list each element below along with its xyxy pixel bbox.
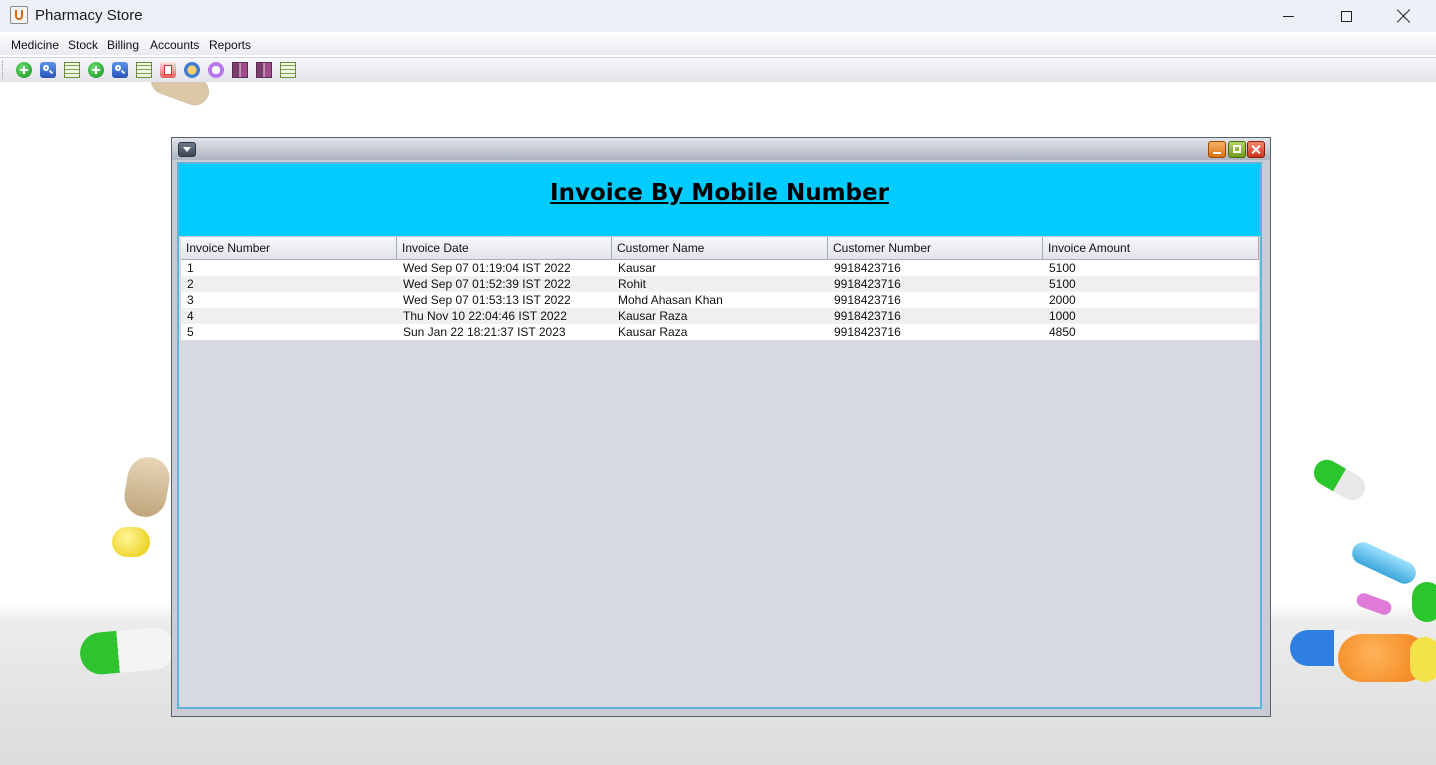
table-row[interactable]: 3 Wed Sep 07 01:53:13 IST 2022 Mohd Ahas…	[181, 292, 1259, 308]
menu-billing[interactable]: Billing	[107, 38, 139, 52]
toolbar-grip[interactable]	[2, 61, 6, 79]
cell-invoice-date: Sun Jan 22 18:21:37 IST 2023	[403, 325, 566, 339]
table-row[interactable]: 5 Sun Jan 22 18:21:37 IST 2023 Kausar Ra…	[181, 324, 1259, 340]
invoice-internal-frame: Invoice By Mobile Number Invoice Number …	[171, 137, 1271, 717]
menu-accounts[interactable]: Accounts	[150, 38, 199, 52]
column-header-customer-number[interactable]: Customer Number	[828, 237, 1043, 259]
view-medicine-table-icon[interactable]	[64, 62, 80, 78]
frame-menu-icon[interactable]	[178, 142, 196, 157]
pill-decoration	[1412, 582, 1436, 622]
cell-invoice-date: Wed Sep 07 01:19:04 IST 2022	[403, 261, 571, 275]
window-title: Pharmacy Store	[35, 7, 143, 24]
window-titlebar: Pharmacy Store	[0, 0, 1436, 32]
table-row[interactable]: 4 Thu Nov 10 22:04:46 IST 2022 Kausar Ra…	[181, 308, 1259, 324]
column-header-invoice-amount[interactable]: Invoice Amount	[1043, 237, 1259, 259]
cell-invoice-amount: 1000	[1049, 309, 1076, 323]
cell-invoice-amount: 5100	[1049, 277, 1076, 291]
frame-maximize-icon[interactable]	[1228, 141, 1246, 158]
cell-invoice-date: Wed Sep 07 01:52:39 IST 2022	[403, 277, 571, 291]
cell-customer-number: 9918423716	[834, 261, 901, 275]
cell-invoice-number: 5	[187, 325, 194, 339]
report-book-icon[interactable]	[232, 62, 248, 78]
menu-reports[interactable]: Reports	[209, 38, 251, 52]
view-stock-table-icon[interactable]	[136, 62, 152, 78]
cell-customer-name: Mohd Ahasan Khan	[618, 293, 723, 307]
table-header: Invoice Number Invoice Date Customer Nam…	[181, 236, 1259, 260]
minimize-button[interactable]	[1265, 0, 1311, 32]
new-bill-icon[interactable]	[160, 62, 176, 78]
cell-invoice-amount: 5100	[1049, 261, 1076, 275]
close-button[interactable]	[1381, 0, 1427, 32]
frame-minimize-icon[interactable]	[1208, 141, 1226, 158]
column-header-invoice-date[interactable]: Invoice Date	[397, 237, 612, 259]
cell-invoice-amount: 4850	[1049, 325, 1076, 339]
menu-stock[interactable]: Stock	[68, 38, 98, 52]
pill-decoration	[1309, 454, 1370, 506]
table-row[interactable]: 1 Wed Sep 07 01:19:04 IST 2022 Kausar 99…	[181, 260, 1259, 276]
cell-invoice-number: 4	[187, 309, 194, 323]
cell-customer-number: 9918423716	[834, 293, 901, 307]
java-app-icon	[10, 6, 28, 24]
cell-invoice-number: 1	[187, 261, 194, 275]
report-book-icon[interactable]	[256, 62, 272, 78]
invoice-table: Invoice Number Invoice Date Customer Nam…	[181, 236, 1260, 706]
cell-customer-number: 9918423716	[834, 325, 901, 339]
pill-decoration	[121, 453, 173, 521]
table-body: 1 Wed Sep 07 01:19:04 IST 2022 Kausar 99…	[181, 260, 1259, 340]
minimize-icon	[1282, 15, 1294, 17]
cell-customer-name: Rohit	[618, 277, 647, 291]
menu-medicine[interactable]: Medicine	[11, 38, 59, 52]
pill-decoration	[147, 82, 213, 110]
add-stock-icon[interactable]	[88, 62, 104, 78]
cell-customer-number: 9918423716	[834, 277, 901, 291]
pill-decoration	[1410, 637, 1436, 682]
cell-customer-name: Kausar Raza	[618, 325, 688, 339]
cell-invoice-date: Thu Nov 10 22:04:46 IST 2022	[403, 309, 567, 323]
close-icon	[1397, 9, 1411, 23]
internal-frame-content: Invoice By Mobile Number Invoice Number …	[177, 162, 1262, 709]
accounts-icon[interactable]	[184, 62, 200, 78]
view-table-icon[interactable]	[280, 62, 296, 78]
page-title: Invoice By Mobile Number	[550, 180, 889, 206]
cell-customer-number: 9918423716	[834, 309, 901, 323]
pill-decoration	[1348, 538, 1420, 588]
menubar: Medicine Stock Billing Accounts Reports	[0, 35, 1436, 55]
pill-decoration	[78, 625, 177, 677]
maximize-icon	[1340, 10, 1352, 22]
internal-frame-titlebar[interactable]	[172, 138, 1270, 160]
toolbar	[0, 57, 1436, 83]
cell-invoice-date: Wed Sep 07 01:53:13 IST 2022	[403, 293, 571, 307]
add-medicine-icon[interactable]	[16, 62, 32, 78]
cell-invoice-number: 3	[187, 293, 194, 307]
pill-decoration	[112, 527, 150, 557]
table-row[interactable]: 2 Wed Sep 07 01:52:39 IST 2022 Rohit 991…	[181, 276, 1259, 292]
cell-customer-name: Kausar Raza	[618, 309, 688, 323]
frame-close-icon[interactable]	[1247, 141, 1265, 158]
cell-customer-name: Kausar	[618, 261, 657, 275]
heading-band: Invoice By Mobile Number	[179, 164, 1260, 236]
pill-decoration	[1354, 591, 1394, 617]
cell-invoice-number: 2	[187, 277, 194, 291]
column-header-invoice-number[interactable]: Invoice Number	[181, 237, 397, 259]
search-stock-icon[interactable]	[112, 62, 128, 78]
search-medicine-icon[interactable]	[40, 62, 56, 78]
cell-invoice-amount: 2000	[1049, 293, 1076, 307]
maximize-button[interactable]	[1323, 0, 1369, 32]
column-header-customer-name[interactable]: Customer Name	[612, 237, 828, 259]
reports-icon[interactable]	[208, 62, 224, 78]
